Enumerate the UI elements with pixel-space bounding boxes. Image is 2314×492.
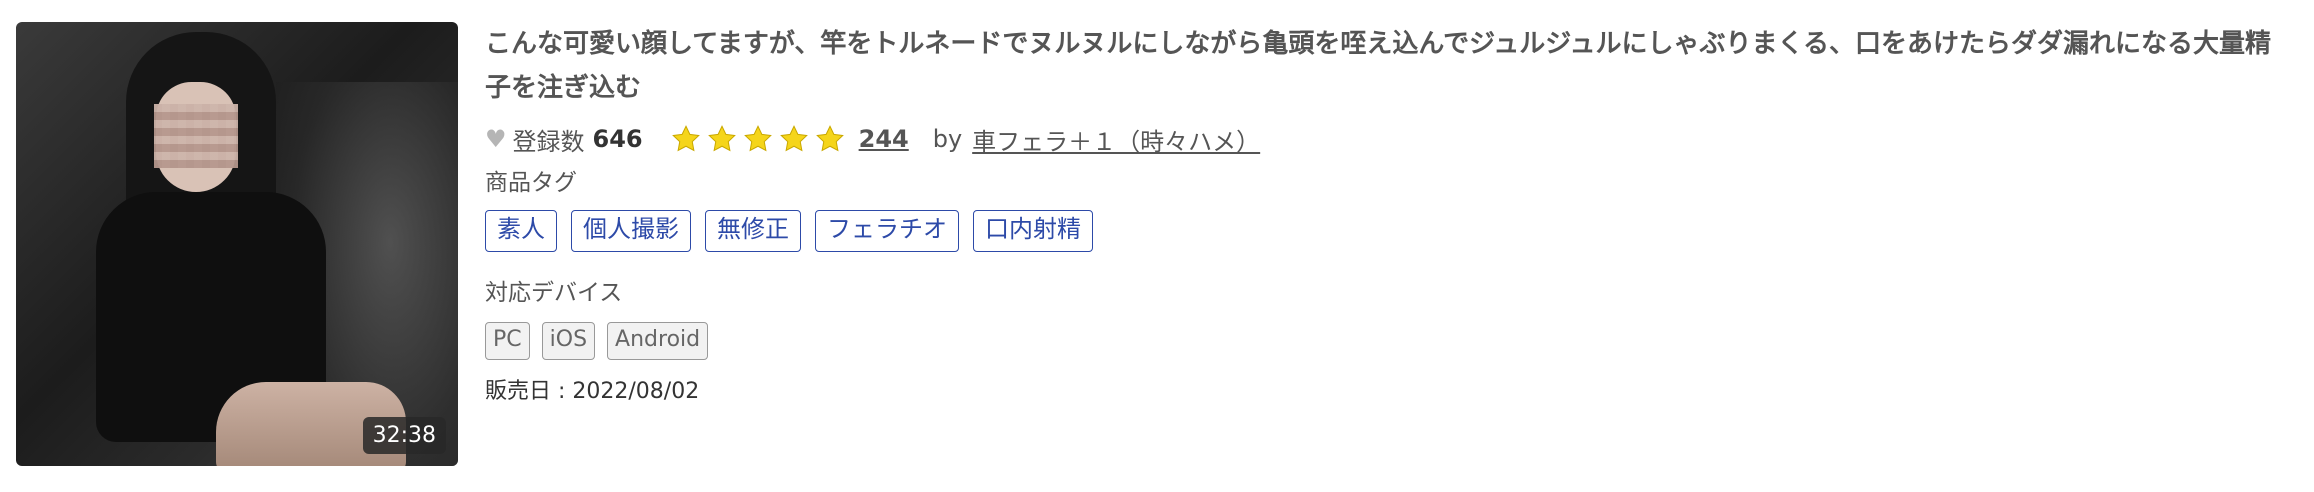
star-icon	[815, 125, 844, 152]
favorites-label: 登録数	[512, 127, 585, 156]
tag-item[interactable]: フェラチオ	[815, 210, 959, 252]
device-badge: Android	[607, 322, 709, 360]
favorites-count: 646	[592, 125, 643, 153]
heart-icon[interactable]: ♥	[485, 125, 507, 153]
product-thumbnail[interactable]: 32:38	[16, 22, 458, 466]
device-list: PC iOS Android	[485, 322, 2295, 360]
star-icon	[671, 125, 700, 152]
tags-label: 商品タグ	[485, 170, 577, 196]
product-meta: ♥ 登録数 646 244 by 車フェラ＋１（時々ハメ）	[485, 120, 2295, 158]
tag-list: 素人 個人撮影 無修正 フェラチオ 口内射精	[485, 210, 2295, 252]
release-date: 販売日 : 2022/08/02	[485, 379, 700, 404]
star-icon	[779, 125, 808, 152]
rating-stars	[671, 124, 851, 154]
review-count-link[interactable]: 244	[859, 125, 909, 153]
tag-item[interactable]: 無修正	[705, 210, 801, 252]
device-badge: PC	[485, 322, 530, 360]
star-icon	[707, 125, 736, 152]
product-info: こんな可愛い顔してますが、竿をトルネードでヌルヌルにしながら亀頭を咥え込んでジュ…	[485, 22, 2295, 410]
by-label: by	[932, 125, 963, 153]
device-badge: iOS	[541, 322, 596, 360]
product-title[interactable]: こんな可愛い顔してますが、竿をトルネードでヌルヌルにしながら亀頭を咥え込んでジュ…	[485, 22, 2295, 110]
tag-item[interactable]: 口内射精	[973, 210, 1093, 252]
thumbnail-mosaic	[154, 104, 238, 168]
tag-item[interactable]: 素人	[485, 210, 557, 252]
devices-label: 対応デバイス	[485, 280, 623, 306]
star-icon	[743, 125, 772, 152]
tag-item[interactable]: 個人撮影	[571, 210, 691, 252]
product-card: 32:38 こんな可愛い顔してますが、竿をトルネードでヌルヌルにしながら亀頭を咥…	[0, 0, 2314, 492]
duration-badge: 32:38	[362, 417, 446, 454]
author-link[interactable]: 車フェラ＋１（時々ハメ）	[972, 122, 1260, 157]
